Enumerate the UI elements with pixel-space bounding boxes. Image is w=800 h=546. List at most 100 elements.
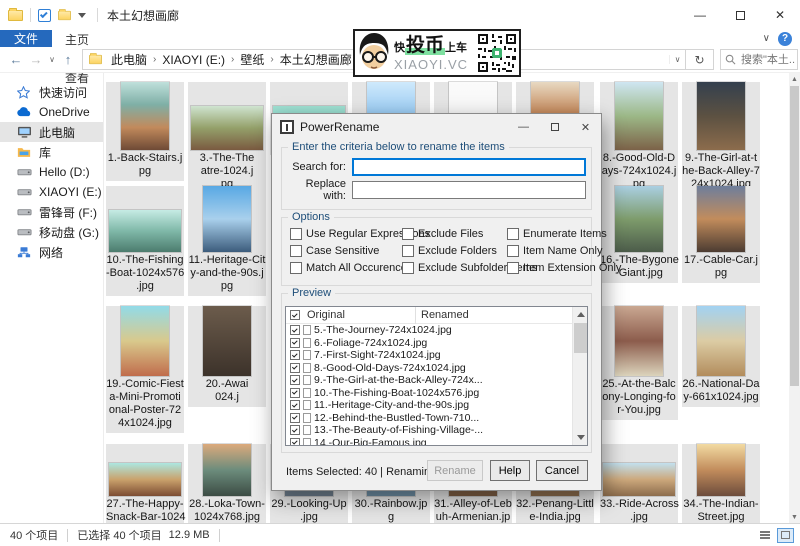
select-all-checkbox[interactable]	[290, 310, 300, 320]
row-checkbox[interactable]	[290, 400, 300, 410]
sidebar-item-drive[interactable]: 雷锋哥 (F:)	[0, 202, 103, 222]
search-box[interactable]	[720, 49, 798, 70]
up-button[interactable]: ↑	[58, 52, 78, 67]
file-tile[interactable]: 11.-Heritage-City-and-the-90s.jpg	[188, 186, 266, 296]
help-button[interactable]: Help	[490, 460, 530, 481]
tab-file[interactable]: 文件	[0, 30, 52, 47]
row-checkbox[interactable]	[290, 350, 300, 360]
checkbox[interactable]	[290, 262, 302, 274]
scroll-up-icon[interactable]: ▲	[789, 73, 800, 85]
preview-row[interactable]: 10.-The-Fishing-Boat-1024x576.jpg	[286, 387, 587, 400]
checkbox[interactable]	[507, 228, 519, 240]
breadcrumb-item[interactable]: 此电脑	[107, 51, 151, 68]
list-scroll-down-icon[interactable]	[573, 430, 588, 445]
file-tile[interactable]: 3.-The-Theatre-1024.jpg	[188, 82, 266, 194]
maximize-button[interactable]	[720, 0, 760, 30]
breadcrumb-separator-icon[interactable]: ›	[151, 54, 158, 65]
replace-with-input[interactable]	[352, 181, 586, 199]
checkbox[interactable]	[402, 245, 414, 257]
option-item-extension-only[interactable]: Item Extension Only	[507, 262, 621, 274]
back-button[interactable]: ←	[6, 52, 26, 67]
dialog-maximize-button[interactable]	[539, 114, 570, 140]
search-input[interactable]	[739, 53, 797, 67]
file-tile[interactable]: 10.-The-Fishing-Boat-1024x576.jpg	[106, 186, 184, 296]
checkbox[interactable]	[290, 245, 302, 257]
address-dropdown-icon[interactable]: ∨	[669, 55, 685, 64]
preview-row[interactable]: 14.-Our-Big-Famous.jpg	[286, 437, 587, 447]
breadcrumb-item[interactable]: 本土幻想画廊	[276, 51, 356, 68]
row-checkbox[interactable]	[290, 375, 300, 385]
history-dropdown-icon[interactable]: ∨	[46, 55, 58, 64]
column-original[interactable]: Original	[303, 309, 415, 321]
row-checkbox[interactable]	[290, 438, 300, 446]
file-tile[interactable]: 34.-The-Indian-Street.jpg	[682, 444, 760, 523]
file-tile[interactable]: 27.-The-Happy-Snack-Bar-1024x576.j	[106, 444, 184, 523]
option-match-all-occurences[interactable]: Match All Occurences	[290, 262, 412, 274]
preview-row[interactable]: 9.-The-Girl-at-the-Back-Alley-724x...	[286, 374, 587, 387]
sidebar-item-cloud[interactable]: OneDrive	[0, 102, 103, 122]
row-checkbox[interactable]	[290, 325, 300, 335]
dialog-close-button[interactable]: ✕	[570, 114, 601, 140]
forward-button[interactable]: →	[26, 52, 46, 67]
file-tile[interactable]: 1.-Back-Stairs.jpg	[106, 82, 184, 181]
preview-row[interactable]: 12.-Behind-the-Bustled-Town-710...	[286, 412, 587, 425]
scroll-down-icon[interactable]: ▼	[789, 511, 800, 523]
breadcrumb-item[interactable]: XIAOYI (E:)	[158, 53, 229, 67]
refresh-icon[interactable]: ↻	[686, 49, 714, 70]
option-item-name-only[interactable]: Item Name Only	[507, 245, 602, 257]
option-exclude-folders[interactable]: Exclude Folders	[402, 245, 497, 257]
file-tile[interactable]: 8.-Good-Old-Days-724x1024.jpg	[600, 82, 678, 194]
dialog-minimize-button[interactable]: —	[508, 114, 539, 140]
cancel-button[interactable]: Cancel	[536, 460, 588, 481]
option-enumerate-items[interactable]: Enumerate Items	[507, 228, 607, 240]
column-renamed[interactable]: Renamed	[416, 309, 587, 321]
sidebar-item-drive[interactable]: 移动盘 (G:)	[0, 222, 103, 242]
option-exclude-files[interactable]: Exclude Files	[402, 228, 483, 240]
search-for-input[interactable]	[352, 158, 586, 176]
checkbox[interactable]	[402, 228, 414, 240]
file-tile[interactable]: 26.-National-Day-661x1024.jpg	[682, 306, 760, 407]
row-checkbox[interactable]	[290, 363, 300, 373]
row-checkbox[interactable]	[290, 388, 300, 398]
quick-access-properties-icon[interactable]	[38, 9, 51, 22]
file-tile[interactable]: 9.-The-Girl-at-the-Back-Alley-724x1024.j…	[682, 82, 760, 194]
option-case-sensitive[interactable]: Case Sensitive	[290, 245, 379, 257]
minimize-button[interactable]: —	[680, 0, 720, 30]
file-tile[interactable]: 25.-At-the-Balcony-Longing-for-You.jpg	[600, 306, 678, 420]
file-tile[interactable]: 19.-Comic-Fiesta-Mini-Promotional-Poster…	[106, 306, 184, 433]
preview-row[interactable]: 11.-Heritage-City-and-the-90s.jpg	[286, 399, 587, 412]
row-checkbox[interactable]	[290, 425, 300, 435]
quick-access-newfolder-icon[interactable]	[58, 10, 71, 19]
file-tile[interactable]: 20.-Awai024.j	[188, 306, 266, 407]
thumbnail-view-icon[interactable]	[777, 528, 794, 543]
row-checkbox[interactable]	[290, 413, 300, 423]
breadcrumb-separator-icon[interactable]: ›	[229, 54, 236, 65]
explorer-scrollbar[interactable]: ▲ ▼	[789, 73, 800, 523]
sidebar-item-network[interactable]: 网络	[0, 242, 103, 262]
details-view-icon[interactable]	[756, 528, 773, 543]
preview-row[interactable]: 6.-Foliage-724x1024.jpg	[286, 337, 587, 350]
rename-button[interactable]: Rename	[427, 460, 483, 481]
file-tile[interactable]: 28.-Loka-Town-1024x768.jpg	[188, 444, 266, 523]
breadcrumb-separator-icon[interactable]: ›	[268, 54, 275, 65]
breadcrumb-item[interactable]: 壁纸	[236, 51, 268, 68]
quick-access-dropdown-icon[interactable]	[78, 13, 86, 18]
checkbox[interactable]	[507, 245, 519, 257]
ribbon-collapse-icon[interactable]: ∨	[763, 33, 770, 44]
scrollbar-thumb[interactable]	[790, 86, 799, 386]
preview-row[interactable]: 8.-Good-Old-Days-724x1024.jpg	[286, 362, 587, 375]
preview-row[interactable]: 13.-The-Beauty-of-Fishing-Village-...	[286, 424, 587, 437]
preview-row[interactable]: 7.-First-Sight-724x1024.jpg	[286, 349, 587, 362]
list-scroll-up-icon[interactable]	[573, 307, 588, 322]
sidebar-item-drive[interactable]: Hello (D:)	[0, 162, 103, 182]
file-tile[interactable]: 17.-Cable-Car.jpg	[682, 186, 760, 283]
list-scrollbar-thumb[interactable]	[574, 323, 587, 353]
preview-row[interactable]: 5.-The-Journey-724x1024.jpg	[286, 324, 587, 337]
close-button[interactable]: ✕	[760, 0, 800, 30]
sidebar-item-library[interactable]: 库	[0, 142, 103, 162]
checkbox[interactable]	[507, 262, 519, 274]
checkbox[interactable]	[402, 262, 414, 274]
sidebar-item-drive[interactable]: XIAOYI (E:)	[0, 182, 103, 202]
row-checkbox[interactable]	[290, 338, 300, 348]
file-tile[interactable]: 33.-Ride-Across.jpg	[600, 444, 678, 523]
